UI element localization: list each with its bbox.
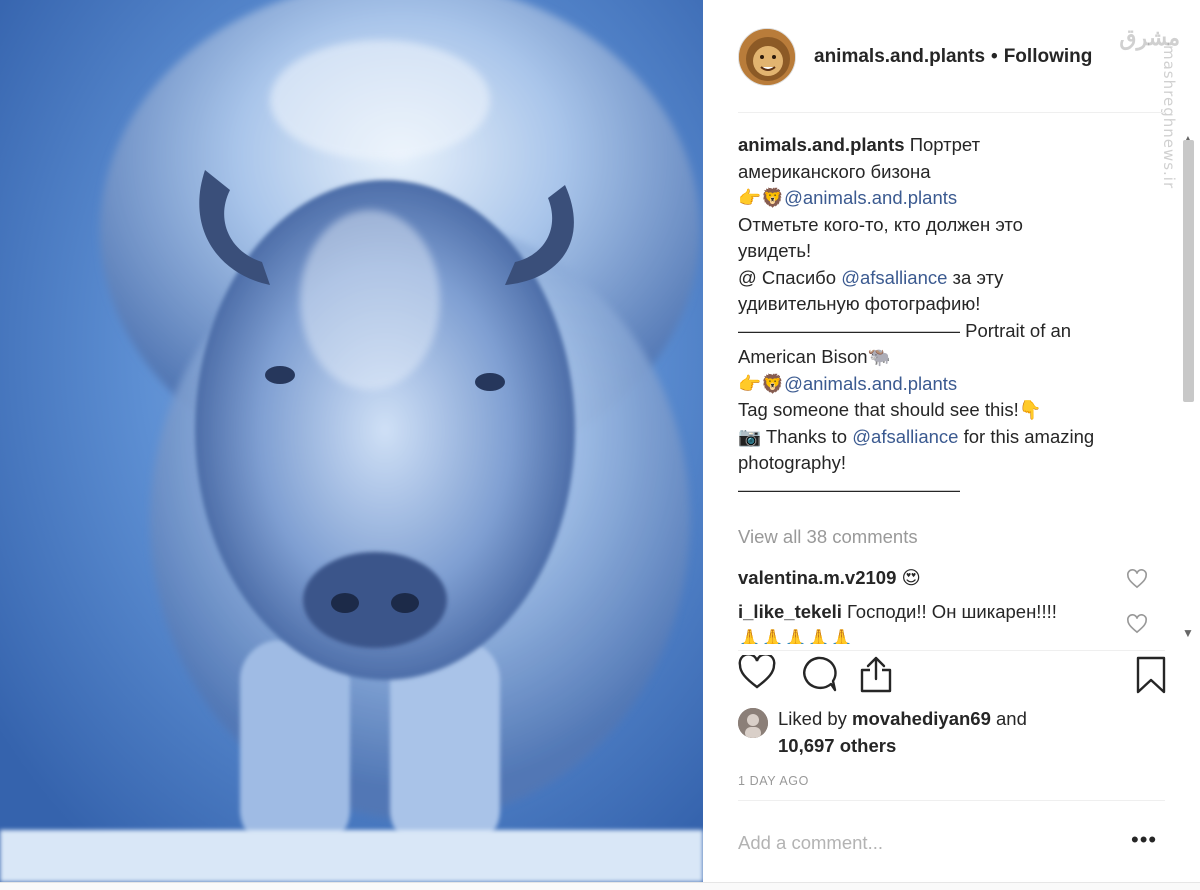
bison-emoji: 🐃 [867, 346, 891, 367]
comments-scroll-area[interactable]: animals.and.plants Портрет американского… [738, 132, 1153, 644]
separator-dot: • [991, 46, 998, 67]
lion-avatar-icon[interactable] [738, 28, 796, 86]
heart-icon[interactable] [738, 655, 776, 691]
bison-photo-illustration [0, 0, 703, 882]
post-photo[interactable] [0, 0, 703, 882]
likes-and: and [990, 708, 1027, 729]
comments-scrollbar[interactable]: ▲ ▼ [1180, 132, 1196, 644]
caption-text: американского бизона [738, 160, 931, 182]
caption-text: @ Спасибо [738, 266, 842, 288]
caption-text: photography! [738, 452, 847, 473]
caption-text: ———————————— [738, 478, 960, 500]
comment-username[interactable]: i_like_tekeli [738, 601, 842, 622]
likes-prefix: Liked by [778, 708, 853, 729]
post-header: animals.and.plants • Following [738, 26, 1092, 88]
mention-link[interactable]: @animals.and.plants [784, 373, 957, 394]
point-lion-emoji: 👉🦁 [738, 372, 785, 394]
point-down-emoji: 👇 [1018, 399, 1042, 420]
mention-link[interactable]: @afsalliance [841, 267, 947, 288]
post-caption: animals.and.plants Портрет американского… [738, 132, 1153, 503]
caption-text: Отметьте кого-то, кто должен это [738, 213, 1023, 235]
bookmark-icon[interactable] [1135, 655, 1167, 695]
post-username[interactable]: animals.and.plants [814, 46, 985, 68]
camera-emoji: 📷 [738, 425, 762, 447]
post-detail-panel: animals.and.plants • Following مشرق mash… [703, 0, 1200, 882]
add-comment-input[interactable]: Add a comment... [738, 832, 883, 854]
caption-text: Thanks to [765, 425, 853, 447]
caption-username[interactable]: animals.and.plants [738, 134, 905, 155]
scroll-thumb[interactable] [1183, 140, 1194, 402]
caption-text: за эту [947, 266, 1004, 288]
view-all-comments-link[interactable]: View all 38 comments [738, 524, 1153, 551]
point-lion-emoji: 👉🦁 [738, 187, 785, 208]
comment-box-divider [738, 800, 1165, 801]
scroll-down-arrow-icon[interactable]: ▼ [1180, 626, 1196, 640]
heart-icon[interactable] [1126, 614, 1148, 634]
more-options-icon[interactable]: ••• [1131, 827, 1157, 853]
caption-text: увидеть! [738, 240, 812, 261]
comment-text: Господи!! Он шикарен!!!! [847, 601, 1057, 622]
comment-text: 😍 [901, 566, 921, 588]
likes-summary: Liked by movahediyan69 and 10,697 others [738, 705, 1027, 759]
share-icon[interactable] [858, 655, 894, 693]
caption-text: American Bison [738, 346, 868, 367]
liker-username[interactable]: movahediyan69 [852, 708, 991, 729]
post-actions-bar [738, 655, 1170, 699]
comment-icon[interactable] [798, 655, 838, 693]
post-timestamp[interactable]: 1 DAY AGO [738, 774, 809, 788]
likes-others-link[interactable]: 10,697 others [778, 735, 896, 756]
comment-item: i_like_tekeli Господи!! Он шикарен!!!! 🙏🙏… [738, 599, 1153, 644]
following-button[interactable]: Following [1004, 46, 1093, 68]
caption-text: Портрет [909, 134, 981, 155]
heart-icon[interactable] [1126, 568, 1148, 589]
caption-text: удивительную фотографию! [738, 293, 981, 314]
comment-username[interactable]: valentina.m.v2109 [738, 567, 896, 588]
mention-link[interactable]: @animals.and.plants [784, 187, 957, 208]
caption-text: Tag someone that should see this! [738, 399, 1019, 420]
caption-text: for this amazing [958, 425, 1095, 447]
actions-divider [738, 650, 1165, 651]
header-divider [738, 112, 1165, 113]
mention-link[interactable]: @afsalliance [852, 426, 958, 447]
watermark-url: mashreghnews.ir [1160, 45, 1178, 190]
comment-item: valentina.m.v2109 😍 [738, 565, 1153, 592]
caption-text: ———————————— Portrait of an [738, 319, 1072, 341]
liker-avatar[interactable] [738, 708, 768, 738]
comment-text: 🙏🙏🙏🙏🙏 [738, 627, 854, 645]
